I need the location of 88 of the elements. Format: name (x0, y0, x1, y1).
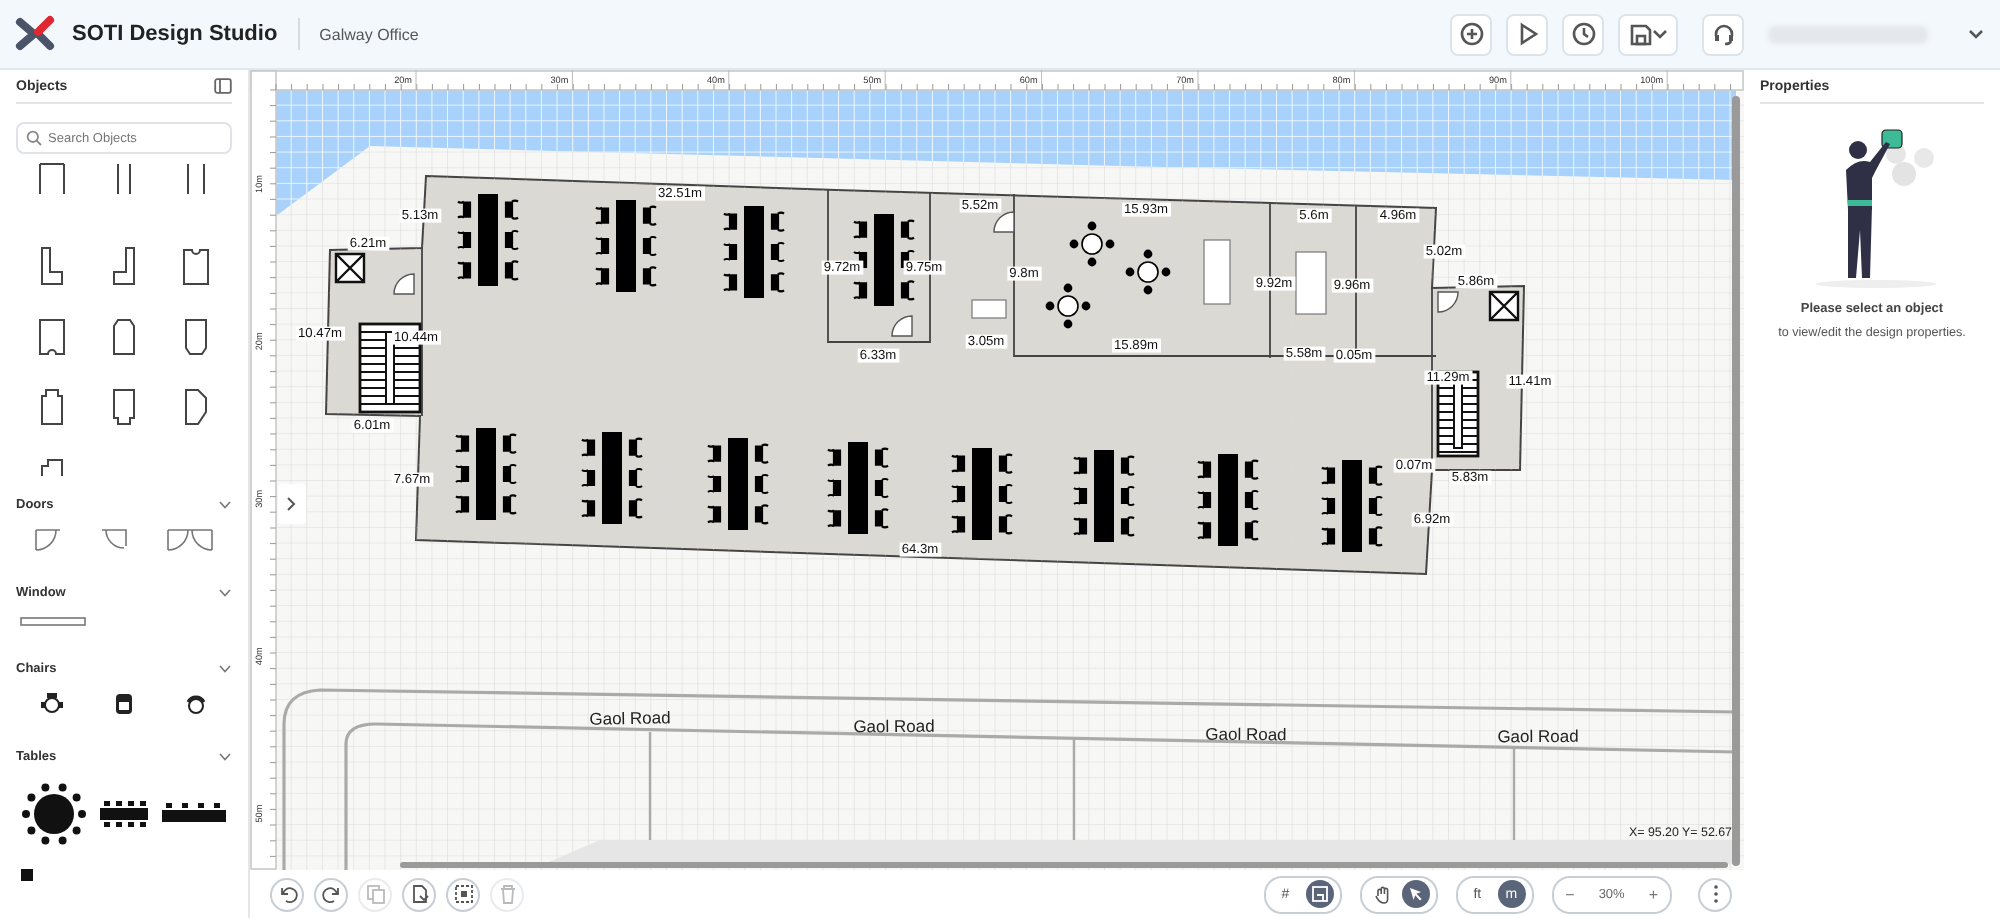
double-door-icon[interactable] (165, 528, 214, 552)
clock-icon (1571, 22, 1595, 46)
redo-icon (319, 882, 343, 906)
room-shape-icon[interactable] (38, 160, 66, 195)
door-icon[interactable] (34, 528, 63, 552)
chair-icon[interactable] (184, 692, 208, 716)
room-shape-icon[interactable] (182, 315, 210, 355)
chevron-icon[interactable] (218, 663, 232, 673)
table-with-chairs (706, 438, 770, 530)
kebab-icon (1711, 884, 1719, 904)
horizontal-scrollbar[interactable] (400, 862, 1728, 868)
add-icon (1459, 22, 1483, 46)
redo-button[interactable] (314, 877, 348, 911)
pointer-icon (1405, 884, 1426, 904)
chevron-icon[interactable] (218, 587, 232, 597)
desk (1295, 251, 1327, 315)
room-shape-icon[interactable] (110, 385, 138, 425)
road-label: Gaol Road (1497, 725, 1579, 747)
zoom-out-button[interactable]: − (1559, 885, 1581, 903)
undo-icon (275, 882, 299, 906)
road-label: Gaol Road (589, 707, 671, 729)
headset-icon (1711, 22, 1735, 46)
select-area-icon (451, 882, 475, 906)
chevron-icon[interactable] (218, 499, 232, 509)
delete-icon (495, 882, 519, 906)
table-with-chairs (454, 428, 518, 520)
select-tool[interactable] (1401, 880, 1430, 908)
app-title: SOTI Design Studio (72, 22, 278, 46)
round-table-icon[interactable] (20, 780, 89, 848)
save-button[interactable] (1618, 13, 1678, 55)
vertical-scrollbar[interactable] (1732, 96, 1740, 866)
road-label: Gaol Road (853, 715, 935, 737)
round-table-with-chairs (1125, 249, 1171, 295)
select-area-button[interactable] (446, 877, 480, 911)
elevator-icon (1488, 290, 1520, 322)
chevron-icon[interactable] (218, 751, 232, 761)
table-with-chairs (722, 206, 786, 298)
panel-toggle-icon[interactable] (214, 78, 232, 94)
expand-panel-button[interactable] (278, 484, 306, 524)
table-with-chairs (950, 448, 1014, 540)
room-shape-icon[interactable] (38, 385, 66, 425)
zoom-in-button[interactable]: + (1642, 885, 1664, 903)
round-table-with-chairs (1069, 221, 1115, 267)
search-icon (26, 130, 42, 146)
room-shape-icon[interactable] (182, 245, 210, 285)
document-name: Galway Office (319, 25, 419, 43)
paste-button[interactable] (402, 877, 436, 911)
door-icon[interactable] (99, 528, 128, 552)
logo-icon (12, 12, 56, 56)
table-with-chairs (826, 442, 890, 534)
table-with-chairs (580, 432, 644, 524)
layers-icon (1309, 884, 1330, 904)
room-shape-icon[interactable] (38, 315, 66, 355)
room-shape-icon[interactable] (110, 245, 138, 285)
table-with-chairs (1320, 460, 1384, 552)
save-icon (1629, 23, 1651, 45)
road-label: Gaol Road (1205, 723, 1287, 745)
support-button[interactable] (1702, 13, 1744, 55)
copy-icon (363, 882, 387, 906)
desk (971, 299, 1007, 319)
play-button[interactable] (1506, 13, 1548, 55)
table-with-chairs (594, 200, 658, 292)
hand-icon (1371, 884, 1392, 904)
room-shape-icon[interactable] (110, 315, 138, 355)
chair-icon[interactable] (40, 692, 64, 716)
add-button[interactable] (1450, 13, 1492, 55)
more-button[interactable] (1698, 877, 1732, 911)
table-with-chairs-icon[interactable] (159, 802, 228, 826)
table-with-chairs-icon[interactable] (97, 800, 150, 828)
room-shape-icon[interactable] (182, 385, 210, 425)
caret-icon (1651, 28, 1667, 40)
desk (1203, 239, 1231, 305)
table-with-chairs (1072, 450, 1136, 542)
undo-button[interactable] (270, 877, 304, 911)
square-table-icon[interactable] (20, 868, 34, 882)
caret-icon[interactable] (1968, 28, 1984, 40)
room-shape-icon[interactable] (38, 245, 66, 285)
snap-toggle[interactable] (1305, 880, 1334, 908)
round-table-with-chairs (1045, 283, 1091, 329)
clock-button[interactable] (1562, 13, 1604, 55)
table-with-chairs (1196, 454, 1260, 546)
room-shape-icon[interactable] (182, 160, 210, 195)
elevator-icon (334, 252, 366, 284)
paste-icon (407, 882, 431, 906)
play-icon (1515, 22, 1539, 46)
table-with-chairs (456, 194, 520, 286)
armchair-icon[interactable] (112, 692, 136, 716)
window-icon[interactable] (20, 616, 88, 628)
